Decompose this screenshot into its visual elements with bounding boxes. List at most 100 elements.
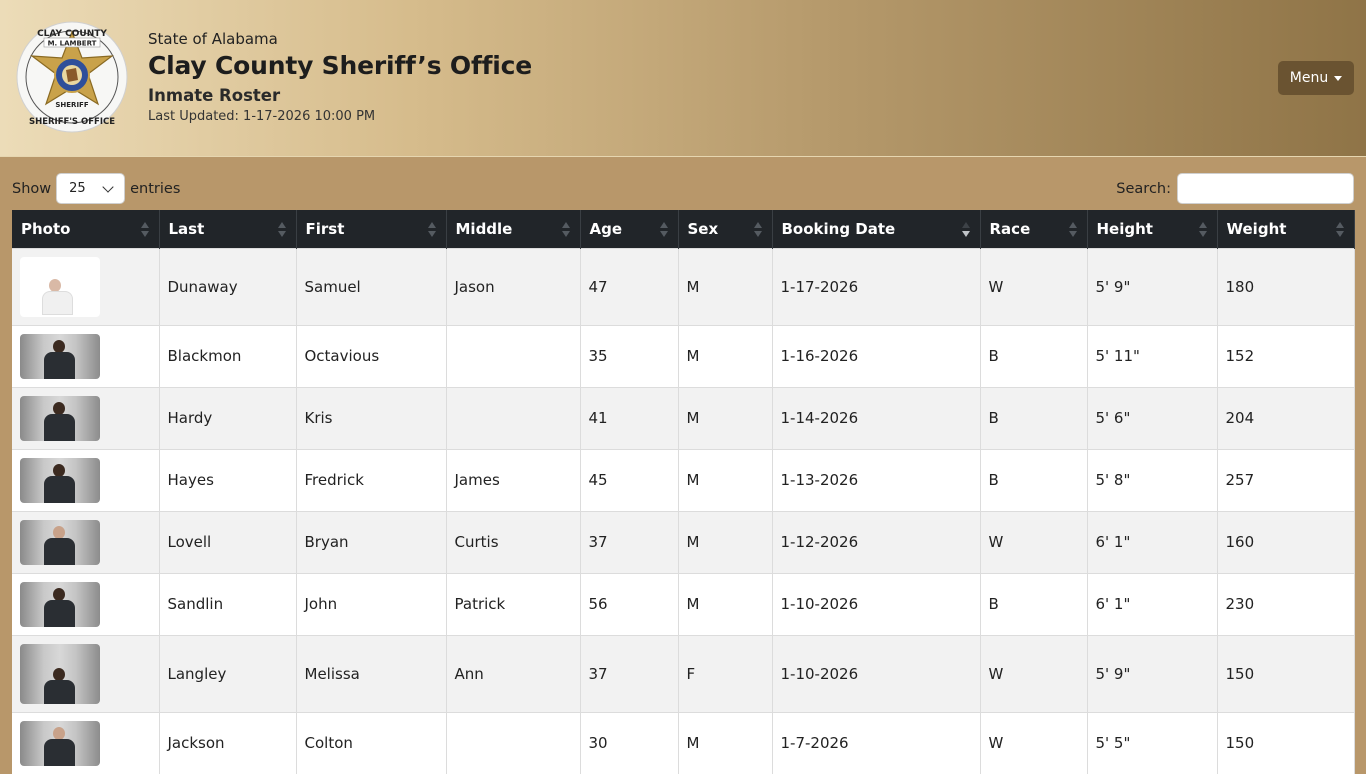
- column-header-age[interactable]: Age: [580, 210, 679, 248]
- search-label: Search:: [1116, 180, 1171, 197]
- cell-first: Colton: [296, 711, 447, 774]
- cell-middle: Jason: [446, 247, 581, 325]
- search-control: Search:: [1116, 173, 1354, 204]
- cell-race: W: [980, 711, 1088, 774]
- page-title: Clay County Sheriff’s Office: [148, 51, 533, 80]
- table-row: Blackmon Octavious 35 M 1-16-2026 B 5' 1…: [12, 324, 1355, 387]
- cell-weight: 180: [1217, 247, 1355, 325]
- cell-race: B: [980, 386, 1088, 449]
- page-subtitle: Inmate Roster: [148, 86, 281, 105]
- cell-first: Samuel: [296, 247, 447, 325]
- column-header-sex[interactable]: Sex: [678, 210, 773, 248]
- cell-booking-date: 1-17-2026: [772, 247, 981, 325]
- photo-cell: [12, 448, 160, 511]
- cell-last: Blackmon: [159, 324, 297, 387]
- cell-sex: M: [678, 247, 773, 325]
- cell-booking-date: 1-12-2026: [772, 510, 981, 573]
- photo-cell: [12, 572, 160, 635]
- table-row: Lovell Bryan Curtis 37 M 1-12-2026 W 6' …: [12, 510, 1355, 573]
- cell-weight: 160: [1217, 510, 1355, 573]
- cell-booking-date: 1-14-2026: [772, 386, 981, 449]
- cell-weight: 230: [1217, 572, 1355, 635]
- header-text-block: State of Alabama Clay County Sheriff’s O…: [148, 30, 532, 124]
- sort-descending-icon: [962, 222, 971, 237]
- cell-first: Octavious: [296, 324, 447, 387]
- column-header-height[interactable]: Height: [1087, 210, 1218, 248]
- cell-booking-date: 1-7-2026: [772, 711, 981, 774]
- cell-age: 41: [580, 386, 679, 449]
- inmate-roster-table: Photo Last First Middle Age Sex Booking …: [12, 210, 1355, 774]
- cell-age: 56: [580, 572, 679, 635]
- site-header: CLAY COUNTY M. LAMBERT SHERIFF SHERIFF'S…: [0, 0, 1366, 157]
- cell-height: 5' 9": [1087, 634, 1218, 712]
- sort-icon: [278, 222, 287, 237]
- cell-sex: M: [678, 572, 773, 635]
- state-label: State of Alabama: [148, 30, 278, 48]
- cell-age: 45: [580, 448, 679, 511]
- column-header-middle[interactable]: Middle: [446, 210, 581, 248]
- inmate-photo[interactable]: [20, 256, 100, 317]
- cell-sex: M: [678, 510, 773, 573]
- table-row: Sandlin John Patrick 56 M 1-10-2026 B 6'…: [12, 572, 1355, 635]
- badge-text-middle: SHERIFF: [55, 101, 88, 109]
- sort-icon: [660, 222, 669, 237]
- cell-race: W: [980, 510, 1088, 573]
- menu-button[interactable]: Menu: [1278, 61, 1354, 95]
- menu-button-label: Menu: [1289, 70, 1329, 86]
- cell-middle: [446, 386, 581, 449]
- cell-height: 5' 11": [1087, 324, 1218, 387]
- cell-race: B: [980, 324, 1088, 387]
- table-controls: Show 25 entries Search:: [0, 157, 1366, 210]
- cell-age: 37: [580, 634, 679, 712]
- cell-sex: M: [678, 711, 773, 774]
- cell-race: B: [980, 572, 1088, 635]
- column-header-booking-date[interactable]: Booking Date: [772, 210, 981, 248]
- inmate-photo[interactable]: [20, 720, 100, 766]
- cell-first: Melissa: [296, 634, 447, 712]
- cell-middle: Ann: [446, 634, 581, 712]
- inmate-photo[interactable]: [20, 333, 100, 379]
- table-row: Hayes Fredrick James 45 M 1-13-2026 B 5'…: [12, 448, 1355, 511]
- cell-age: 37: [580, 510, 679, 573]
- photo-cell: [12, 324, 160, 387]
- cell-sex: F: [678, 634, 773, 712]
- cell-sex: M: [678, 386, 773, 449]
- photo-cell: [12, 386, 160, 449]
- cell-last: Sandlin: [159, 572, 297, 635]
- cell-last: Hayes: [159, 448, 297, 511]
- cell-booking-date: 1-16-2026: [772, 324, 981, 387]
- cell-height: 5' 6": [1087, 386, 1218, 449]
- column-header-photo[interactable]: Photo: [12, 210, 160, 248]
- sort-icon: [1069, 222, 1078, 237]
- table-header-row: Photo Last First Middle Age Sex Booking …: [12, 210, 1355, 248]
- inmate-photo[interactable]: [20, 457, 100, 503]
- column-header-last[interactable]: Last: [159, 210, 297, 248]
- table-row: Jackson Colton 30 M 1-7-2026 W 5' 5" 150: [12, 711, 1355, 774]
- entries-select-value: 25: [69, 181, 86, 196]
- column-header-first[interactable]: First: [296, 210, 447, 248]
- cell-weight: 257: [1217, 448, 1355, 511]
- sort-icon: [1199, 222, 1208, 237]
- cell-height: 6' 1": [1087, 572, 1218, 635]
- cell-race: B: [980, 448, 1088, 511]
- sort-icon: [141, 222, 150, 237]
- entries-select[interactable]: 25: [56, 173, 126, 204]
- cell-race: W: [980, 634, 1088, 712]
- inmate-photo[interactable]: [20, 643, 100, 704]
- search-input[interactable]: [1177, 173, 1354, 204]
- chevron-down-icon: [102, 180, 114, 193]
- badge-text-top: CLAY COUNTY: [37, 29, 107, 39]
- column-header-weight[interactable]: Weight: [1217, 210, 1355, 248]
- inmate-photo[interactable]: [20, 581, 100, 627]
- column-header-race[interactable]: Race: [980, 210, 1088, 248]
- cell-height: 5' 9": [1087, 247, 1218, 325]
- inmate-photo[interactable]: [20, 519, 100, 565]
- entries-length-control: Show 25 entries: [12, 173, 180, 204]
- cell-first: John: [296, 572, 447, 635]
- inmate-photo[interactable]: [20, 395, 100, 441]
- badge-text-bottom: SHERIFF'S OFFICE: [29, 117, 115, 127]
- photo-cell: [12, 711, 160, 774]
- cell-age: 30: [580, 711, 679, 774]
- cell-height: 5' 5": [1087, 711, 1218, 774]
- cell-height: 6' 1": [1087, 510, 1218, 573]
